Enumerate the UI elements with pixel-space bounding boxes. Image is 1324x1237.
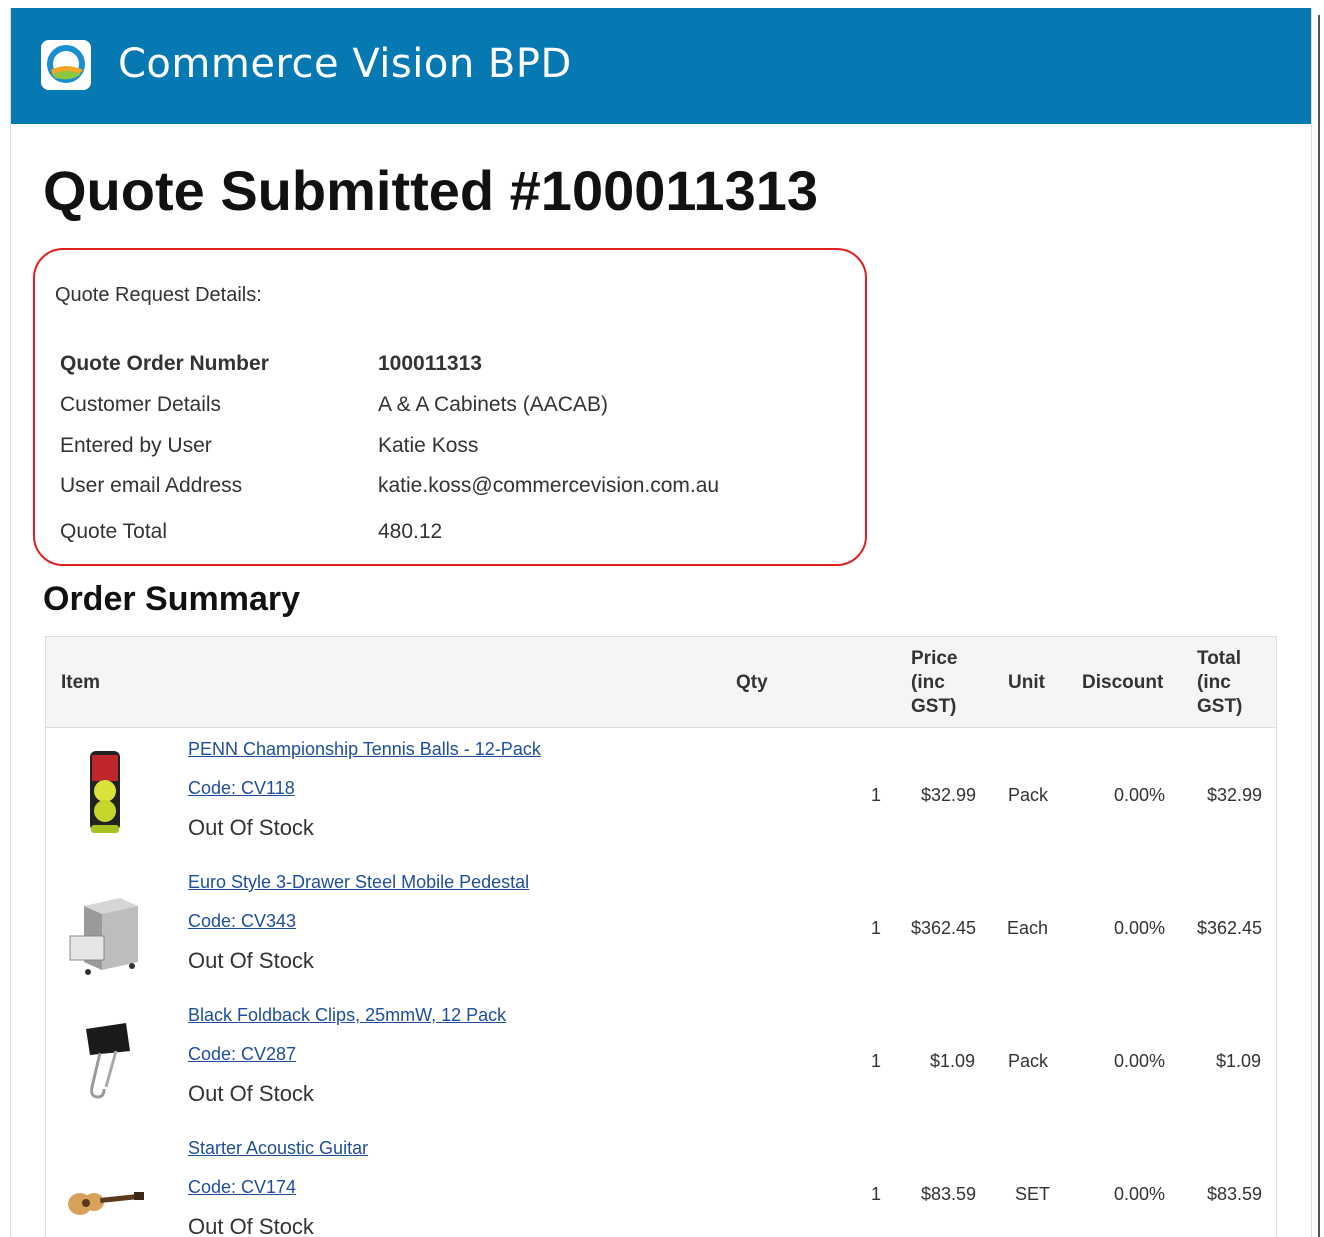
unit-cell: Pack: [1008, 1051, 1049, 1071]
product-code-link[interactable]: Code: CV343: [188, 911, 296, 932]
order-summary-table: Item Qty Price (inc GST) Unit Discount T…: [45, 636, 1277, 1237]
discount-cell: 0.00%: [1114, 785, 1166, 805]
column-header-qty: Qty: [736, 672, 768, 693]
total-cell: $83.59: [1207, 1184, 1263, 1204]
price-cell: $362.45: [911, 918, 977, 938]
detail-label: Entered by User: [60, 434, 212, 457]
table-row: PENN Championship Tennis Balls - 12-Pack…: [46, 737, 1276, 870]
drawer-pedestal-icon: [64, 888, 144, 978]
quote-details-box: Quote Request Details: Quote Order Numbe…: [33, 248, 867, 566]
total-cell: $32.99: [1207, 785, 1263, 805]
detail-value: 100011313: [378, 352, 482, 375]
stock-status: Out Of Stock: [188, 1081, 314, 1106]
guitar-icon: [64, 1158, 144, 1237]
stock-status: Out Of Stock: [188, 815, 314, 840]
table-row: Starter Acoustic Guitar Code: CV174 Out …: [46, 1136, 1276, 1237]
tennis-balls-can-icon: [64, 747, 144, 837]
unit-cell: Each: [1007, 918, 1049, 938]
email-frame: Commerce Vision BPD Quote Submitted #100…: [10, 8, 1312, 1237]
product-link[interactable]: Black Foldback Clips, 25mmW, 12 Pack: [188, 1005, 506, 1026]
column-header-total: Total (inc GST): [1197, 648, 1243, 717]
qty-cell: 1: [871, 1051, 882, 1071]
detail-row-entered-by: Entered by User Katie Koss: [60, 434, 478, 458]
price-cell: $83.59: [921, 1184, 977, 1204]
detail-value: 480.12: [378, 520, 443, 543]
discount-cell: 0.00%: [1114, 1184, 1166, 1204]
price-cell: $1.09: [930, 1051, 976, 1071]
product-code-link[interactable]: Code: CV118: [188, 778, 295, 799]
product-code-link[interactable]: Code: CV174: [188, 1177, 296, 1198]
table-row: Black Foldback Clips, 25mmW, 12 Pack Cod…: [46, 1003, 1276, 1136]
detail-value: A & A Cabinets (AACAB): [378, 393, 608, 416]
discount-cell: 0.00%: [1114, 918, 1166, 938]
page-title: Quote Submitted #100011313: [43, 159, 819, 222]
detail-row-order-number: Quote Order Number 100011313: [60, 352, 482, 376]
detail-value: katie.koss@commercevision.com.au: [378, 474, 720, 497]
product-code-link[interactable]: Code: CV287: [188, 1044, 296, 1065]
brand-name: Commerce Vision BPD: [118, 41, 572, 87]
order-summary-title: Order Summary: [43, 580, 300, 618]
discount-cell: 0.00%: [1114, 1051, 1166, 1071]
product-link[interactable]: Starter Acoustic Guitar: [188, 1138, 368, 1159]
quote-details-heading: Quote Request Details:: [55, 284, 262, 306]
qty-cell: 1: [871, 1184, 882, 1204]
column-header-unit: Unit: [1008, 672, 1045, 693]
unit-cell: SET: [1015, 1184, 1051, 1204]
header-bar: Commerce Vision BPD: [11, 8, 1311, 124]
detail-row-email: User email Address katie.koss@commercevi…: [60, 474, 719, 498]
column-header-discount: Discount: [1082, 672, 1164, 693]
qty-cell: 1: [871, 918, 882, 938]
product-link[interactable]: Euro Style 3-Drawer Steel Mobile Pedesta…: [188, 872, 529, 893]
detail-row-customer: Customer Details A & A Cabinets (AACAB): [60, 393, 608, 417]
detail-label: Quote Total: [60, 520, 168, 543]
detail-row-quote-total: Quote Total 480.12: [60, 520, 442, 544]
price-cell: $32.99: [921, 785, 977, 805]
detail-value: Katie Koss: [378, 434, 479, 457]
table-row: Euro Style 3-Drawer Steel Mobile Pedesta…: [46, 870, 1276, 1003]
commerce-vision-logo-icon: [41, 40, 91, 90]
total-cell: $1.09: [1216, 1051, 1262, 1071]
window-edge: [1318, 15, 1320, 1237]
foldback-clip-icon: [64, 1021, 144, 1111]
column-header-item: Item: [61, 672, 101, 693]
detail-label: Quote Order Number: [60, 352, 269, 375]
detail-label: User email Address: [60, 474, 243, 497]
detail-label: Customer Details: [60, 393, 222, 416]
product-link[interactable]: PENN Championship Tennis Balls - 12-Pack: [188, 739, 541, 760]
stock-status: Out Of Stock: [188, 1214, 314, 1237]
stock-status: Out Of Stock: [188, 948, 314, 973]
table-header: Item Qty Price (inc GST) Unit Discount T…: [46, 637, 1276, 728]
total-cell: $362.45: [1197, 918, 1263, 938]
column-header-price: Price (inc GST): [911, 648, 958, 717]
unit-cell: Pack: [1008, 785, 1049, 805]
qty-cell: 1: [871, 785, 882, 805]
